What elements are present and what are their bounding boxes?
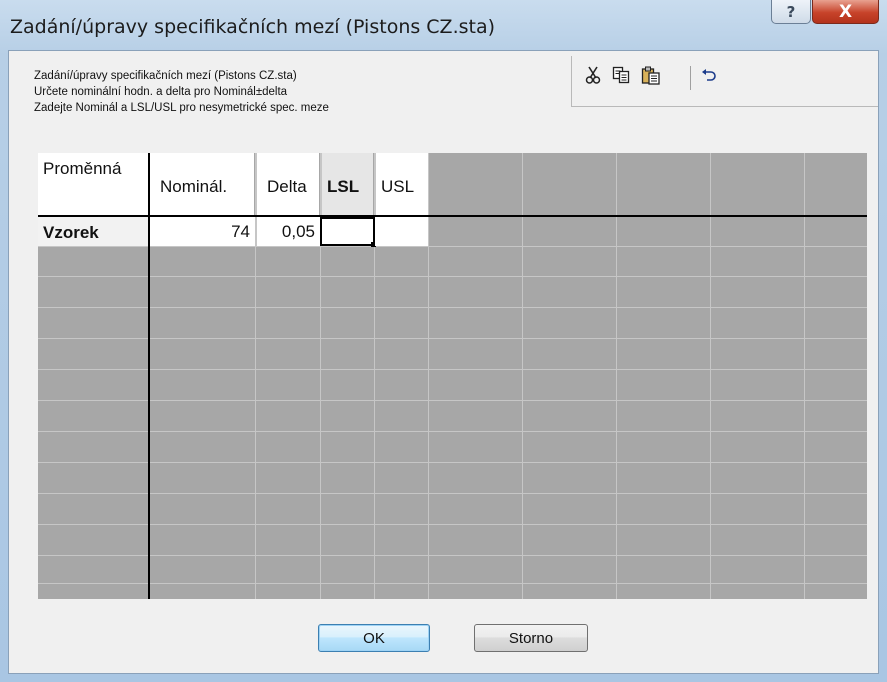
cancel-button[interactable]: Storno — [474, 624, 588, 652]
grid-line — [710, 153, 711, 599]
column-header-usl[interactable]: USL — [375, 153, 428, 215]
grid-line — [38, 462, 867, 463]
row-header-separator — [148, 153, 150, 599]
copy-icon[interactable] — [610, 64, 632, 86]
edit-toolbar — [571, 56, 878, 107]
grid-line — [616, 153, 617, 599]
grid-line — [38, 431, 867, 432]
row-header-vzorek[interactable]: Vzorek — [38, 217, 148, 246]
column-header-label: USL — [381, 177, 415, 196]
window-title: Zadání/úpravy specifikačních mezí (Pisto… — [10, 16, 496, 38]
column-header-label: Delta — [267, 177, 307, 196]
ok-button[interactable]: OK — [318, 624, 430, 652]
description-line-2: Určete nominální hodn. a delta pro Nomin… — [34, 86, 288, 98]
close-icon: X — [838, 1, 853, 22]
help-icon: ? — [786, 2, 796, 21]
grid-line — [38, 524, 867, 525]
column-header-lsl[interactable]: LSL — [321, 153, 373, 215]
spec-limits-grid: Proměnná Nominál. Delta LSL USL Vzorek 7… — [38, 153, 867, 599]
close-button[interactable]: X — [812, 0, 879, 24]
cell-nominal[interactable]: 74 — [150, 217, 255, 246]
description-line-1: Zadání/úpravy specifikačních mezí (Pisto… — [34, 70, 297, 82]
corner-header: Proměnná — [38, 153, 148, 215]
cell-usl[interactable] — [375, 217, 428, 246]
grid-line — [38, 493, 867, 494]
help-button[interactable]: ? — [771, 0, 811, 24]
cell-lsl[interactable] — [320, 217, 375, 246]
grid-line — [38, 369, 867, 370]
grid-line — [804, 153, 805, 599]
column-header-delta[interactable]: Delta — [256, 153, 319, 215]
grid-line — [38, 276, 867, 277]
grid-line — [38, 583, 867, 584]
undo-icon[interactable] — [698, 64, 720, 86]
scissors-icon[interactable] — [582, 64, 604, 86]
corner-header-label: Proměnná — [43, 159, 122, 178]
column-header-label: Nominál. — [160, 177, 228, 196]
grid-line — [522, 153, 523, 599]
column-header-label: LSL — [327, 177, 360, 196]
description-line-3: Zadejte Nominál a LSL/USL pro nesymetric… — [34, 102, 329, 114]
paste-icon[interactable] — [640, 64, 662, 86]
column-header-nominal[interactable]: Nominál. — [150, 153, 254, 215]
grid-line — [38, 338, 867, 339]
grid-line — [38, 307, 867, 308]
grid-line — [428, 153, 429, 599]
toolbar-separator — [690, 66, 691, 90]
cell-delta[interactable]: 0,05 — [256, 217, 320, 246]
grid-line — [38, 400, 867, 401]
grid-line — [38, 555, 867, 556]
grid-line — [38, 246, 867, 247]
